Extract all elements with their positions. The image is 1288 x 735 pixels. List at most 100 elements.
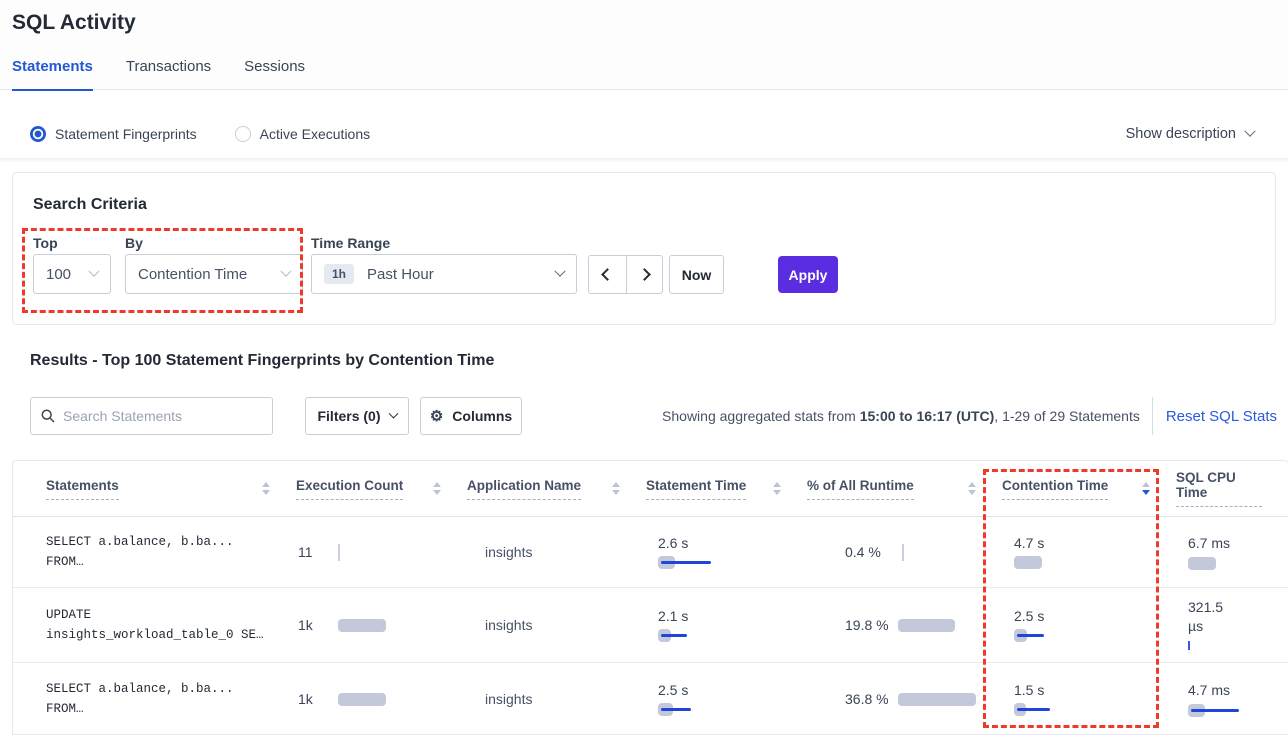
runtime-pct-bar [898,618,955,632]
chevron-down-icon [554,266,565,277]
time-range-label: Time Range [311,235,390,251]
search-statements-input[interactable] [63,408,262,424]
show-description-toggle[interactable]: Show description [1126,110,1254,158]
sort-icon[interactable] [612,482,620,495]
by-select[interactable]: Contention Time [125,254,303,294]
tab-transactions[interactable]: Transactions [126,58,211,91]
results-toolbar: Filters (0) ⚙ Columns Showing aggregated… [0,397,1288,435]
application-name-cell: insights [467,588,646,662]
statement-time-bar [658,556,807,570]
gear-icon: ⚙ [430,409,443,424]
time-range-arrows [588,255,663,294]
divider [1152,397,1153,435]
time-range-value: Past Hour [367,266,434,283]
by-label: By [125,235,143,251]
columns-label: Columns [452,408,512,424]
sql-cpu-time-bar [1188,556,1288,570]
reset-sql-stats-link[interactable]: Reset SQL Stats [1166,408,1277,425]
next-range-button[interactable] [626,256,663,293]
columns-button[interactable]: ⚙ Columns [420,397,522,435]
apply-button[interactable]: Apply [778,256,838,293]
chevron-right-icon [638,268,651,281]
execution-count-bar [338,618,386,632]
sql-activity-page: SQL Activity Statements Transactions Ses… [0,0,1288,735]
statement-time-bar [658,629,807,643]
radio-statement-fingerprints[interactable]: Statement Fingerprints [30,126,197,142]
chevron-left-icon [601,268,614,281]
chevron-down-icon [280,266,291,277]
sort-icon[interactable] [433,482,441,495]
chevron-down-icon [388,408,398,418]
sort-icon[interactable] [968,482,976,495]
runtime-pct-cell: 36.8 % [807,663,1002,735]
contention-time-bar [1014,629,1176,643]
sort-icon[interactable] [773,482,781,495]
sql-cpu-time-bar [1188,639,1288,653]
radio-active-executions[interactable]: Active Executions [235,126,371,142]
execution-count-bar [338,692,386,706]
view-toggle-bar: Statement Fingerprints Active Executions… [0,110,1288,158]
contention-time-bar [1014,556,1176,570]
statement-fingerprint-link[interactable]: SELECT a.balance, b.ba...FROM… [46,663,296,735]
column-header-statement-time[interactable]: Statement Time [646,478,807,500]
contention-time-cell: 1.5 s [1002,663,1176,735]
statement-time-cell: 2.1 s [646,588,807,662]
statement-time-cell: 2.5 s [646,663,807,735]
tab-bar: Statements Transactions Sessions [12,58,305,91]
statement-time-bar [658,703,807,717]
search-statements-box[interactable] [30,397,273,435]
search-criteria-title: Search Criteria [33,196,147,214]
chevron-down-icon [88,266,99,277]
sql-cpu-time-cell: 321.5 µs [1176,588,1288,662]
previous-range-button[interactable] [589,256,626,293]
table-header-row: Statements Execution Count Application N… [13,461,1288,517]
column-header-execution-count[interactable]: Execution Count [296,478,467,500]
sql-cpu-time-bar [1188,703,1288,717]
column-header-runtime-pct[interactable]: % of All Runtime [807,478,1002,500]
search-icon [41,409,55,423]
showing-stats-text: Showing aggregated stats from 15:00 to 1… [662,408,1140,424]
column-header-sql-cpu-time[interactable]: SQL CPU Time [1176,470,1288,507]
now-button[interactable]: Now [669,255,724,294]
top-select[interactable]: 100 [33,254,111,294]
page-header: SQL Activity Statements Transactions Ses… [0,0,1288,90]
runtime-pct-bar [902,545,904,559]
sql-cpu-time-cell: 6.7 ms [1176,517,1288,587]
contention-time-cell: 2.5 s [1002,588,1176,662]
time-range-select[interactable]: 1h Past Hour [311,254,577,294]
radio-label: Statement Fingerprints [55,126,197,142]
sql-cpu-time-cell: 4.7 ms [1176,663,1288,735]
statement-fingerprint-link[interactable]: SELECT a.balance, b.ba...FROM… [46,517,296,587]
sort-icon[interactable] [262,482,270,495]
table-row[interactable]: SELECT a.balance, b.ba...FROM… 11 insigh… [13,517,1288,588]
execution-count-cell: 11 [296,517,467,587]
execution-count-cell: 1k [296,663,467,735]
radio-label: Active Executions [260,126,371,142]
radio-unselected-icon[interactable] [235,126,251,142]
column-header-contention-time[interactable]: Contention Time [1002,478,1176,500]
execution-count-cell: 1k [296,588,467,662]
contention-time-cell: 4.7 s [1002,517,1176,587]
tab-statements[interactable]: Statements [12,58,93,91]
execution-count-bar [338,545,340,559]
top-label: Top [33,235,58,251]
time-range-badge: 1h [324,264,354,284]
page-title: SQL Activity [12,11,136,35]
chevron-down-icon [1244,126,1255,137]
runtime-pct-cell: 19.8 % [807,588,1002,662]
table-row[interactable]: SELECT a.balance, b.ba...FROM… 1k insigh… [13,663,1288,735]
tab-sessions[interactable]: Sessions [244,58,305,91]
filters-button[interactable]: Filters (0) [305,397,409,435]
column-header-statements[interactable]: Statements [46,478,296,500]
sort-icon-active-desc[interactable] [1142,482,1150,495]
search-criteria-card: Search Criteria Top 100 By Contention Ti… [12,172,1276,325]
radio-selected-icon[interactable] [30,126,46,142]
top-select-value: 100 [46,266,71,283]
showing-stats-group: Showing aggregated stats from 15:00 to 1… [662,397,1277,435]
results-heading: Results - Top 100 Statement Fingerprints… [30,352,494,370]
column-header-application-name[interactable]: Application Name [467,478,646,500]
table-row[interactable]: UPDATEinsights_workload_table_0 SE… 1k i… [13,588,1288,663]
statement-fingerprint-link[interactable]: UPDATEinsights_workload_table_0 SE… [46,588,296,662]
statements-table: Statements Execution Count Application N… [12,460,1288,735]
runtime-pct-bar [898,692,976,706]
